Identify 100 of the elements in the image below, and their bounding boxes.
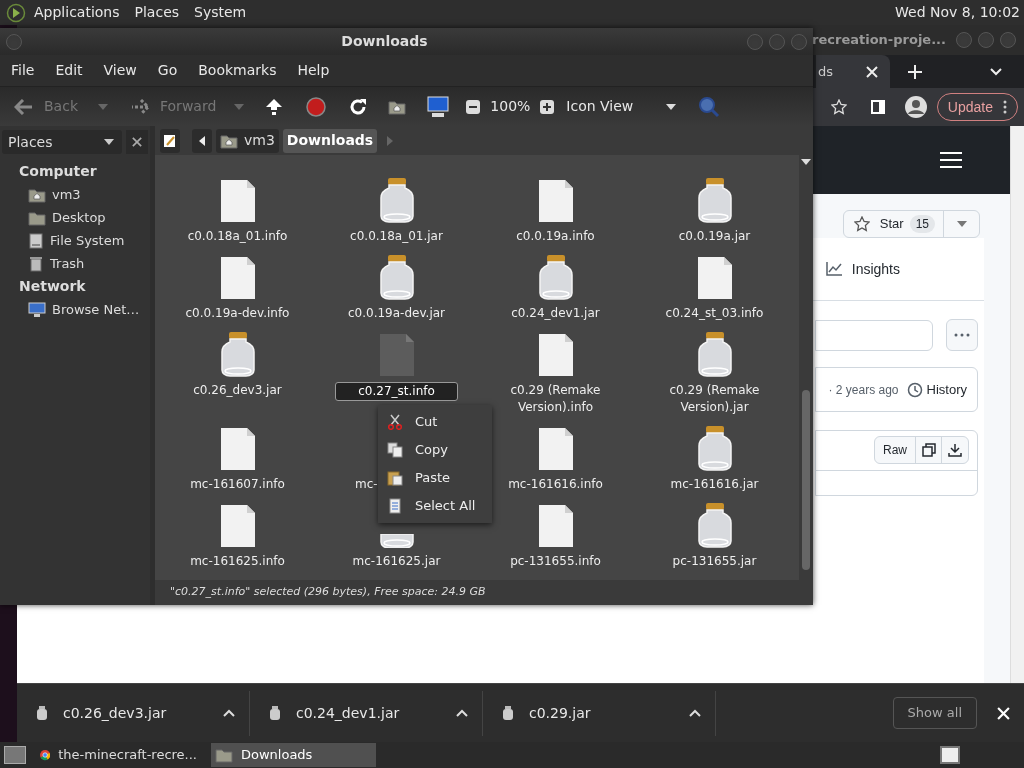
- item-label: c0.29 (Remake Version).info: [509, 382, 602, 416]
- jar-icon: [503, 706, 513, 720]
- sidebar-item[interactable]: File System: [19, 229, 150, 252]
- path-button[interactable]: vm3: [216, 128, 279, 153]
- grid-item[interactable]: c0.0.19a.info: [476, 177, 635, 254]
- computer-icon: [28, 301, 46, 318]
- input-field[interactable]: [815, 319, 933, 351]
- places-dropdown[interactable]: Places: [2, 130, 122, 154]
- grid-item[interactable]: c0.0.18a_01.info: [158, 177, 317, 254]
- path-back-icon[interactable]: [192, 128, 212, 153]
- item-label: mc-161625.jar: [352, 553, 441, 570]
- jar-icon: [696, 425, 733, 471]
- computer-icon[interactable]: [426, 95, 451, 118]
- reload-icon[interactable]: [348, 96, 369, 117]
- sidebar-item[interactable]: Desktop: [19, 206, 150, 229]
- stop-icon[interactable]: [306, 96, 327, 117]
- avatar-icon[interactable]: [904, 96, 927, 118]
- side-panel-icon[interactable]: [870, 100, 885, 114]
- menu-icon[interactable]: [940, 152, 962, 168]
- browser-tab[interactable]: ds: [816, 55, 890, 88]
- download-name: c0.24_dev1.jar: [296, 703, 400, 723]
- download-item[interactable]: c0.24_dev1.jar: [250, 690, 483, 736]
- browser-icon: [40, 747, 51, 763]
- folder-icon: [28, 209, 46, 226]
- grid-item[interactable]: c0.26_dev3.jar: [158, 331, 317, 425]
- sidebar-item[interactable]: Trash: [19, 252, 150, 275]
- sidebar-item[interactable]: Browse Net…: [19, 298, 150, 321]
- home-folder-icon: [28, 186, 46, 203]
- item-label: c0.0.19a-dev.info: [185, 305, 290, 322]
- star-count: 15: [909, 215, 935, 233]
- menu-item[interactable]: Paste: [378, 464, 492, 492]
- star-icon[interactable]: [830, 99, 847, 115]
- item-label: c0.0.18a_01.info: [187, 228, 288, 245]
- zoom-out-icon[interactable]: [466, 99, 481, 114]
- grid-item[interactable]: c0.24_dev1.jar: [476, 254, 635, 331]
- nav-tab[interactable]: Insights: [851, 258, 900, 280]
- chevron-up-icon: [456, 709, 468, 717]
- sidebar-item[interactable]: vm3: [19, 183, 150, 206]
- workspace-icon[interactable]: [940, 746, 960, 764]
- edit-icon[interactable]: [160, 128, 180, 153]
- scrollbar-thumb[interactable]: [802, 390, 810, 570]
- grid-item[interactable]: c0.0.19a-dev.jar: [317, 254, 476, 331]
- panel-menu[interactable]: System: [194, 2, 247, 23]
- grid-item[interactable]: c0.0.19a.jar: [635, 177, 794, 254]
- home-folder-icon: [388, 98, 407, 115]
- panel-menu[interactable]: Places: [134, 2, 180, 23]
- view-dropdown[interactable]: Icon View: [566, 96, 677, 117]
- zoom-in-icon[interactable]: [540, 99, 555, 114]
- document-icon: [537, 504, 574, 548]
- history-icon: [906, 381, 923, 398]
- chevron-down-icon[interactable]: [990, 67, 1002, 76]
- download-item[interactable]: c0.29.jar: [483, 690, 716, 736]
- scrollbar[interactable]: [1010, 126, 1024, 683]
- grid-item[interactable]: mc-161625.info: [158, 502, 317, 579]
- jar-icon: [378, 177, 415, 223]
- item-label: mc-161616.info: [508, 476, 603, 493]
- taskbar-item[interactable]: the-minecraft-recre...: [36, 743, 201, 767]
- grid-item[interactable]: mc-161616.jar: [635, 425, 794, 502]
- menu-item[interactable]: Copy: [378, 436, 492, 464]
- show-all-button[interactable]: Show all: [892, 697, 977, 729]
- item-label: pc-131655.jar: [672, 553, 757, 570]
- path-button[interactable]: Downloads: [282, 128, 378, 153]
- download-item[interactable]: c0.26_dev3.jar: [17, 690, 250, 736]
- star-label: Star: [879, 215, 904, 234]
- caret-icon: [234, 103, 245, 110]
- jar-icon: [696, 331, 733, 377]
- close-icon[interactable]: [132, 137, 142, 147]
- grid-item[interactable]: mc-161607.info: [158, 425, 317, 502]
- new-tab-icon[interactable]: [908, 64, 922, 79]
- menu-item[interactable]: Help: [297, 60, 330, 81]
- zoom-level: 100%: [490, 97, 531, 116]
- jar-icon: [37, 706, 47, 720]
- history-link[interactable]: History: [926, 379, 967, 400]
- commit-time: · 2 years ago: [828, 381, 899, 399]
- menu-item[interactable]: Go: [157, 60, 178, 81]
- taskbar-item[interactable]: Downloads: [211, 743, 376, 767]
- panel-menu[interactable]: Applications: [34, 2, 120, 23]
- up-arrow-icon[interactable]: [264, 96, 285, 117]
- item-label: mc-161625.info: [190, 553, 285, 570]
- item-label: c0.0.19a-dev.jar: [347, 305, 446, 322]
- star-icon: [853, 216, 870, 232]
- panel-clock[interactable]: Wed Nov 8, 10:02: [895, 2, 1020, 23]
- jar-icon: [219, 331, 256, 377]
- search-icon[interactable]: [698, 95, 721, 118]
- menu-item[interactable]: Bookmarks: [198, 60, 277, 81]
- item-label: c0.0.19a.info: [516, 228, 595, 245]
- grid-item[interactable]: c0.24_st_03.info: [635, 254, 794, 331]
- status-bar: "c0.27_st.info" selected (296 bytes), Free space: 24.9 GB: [155, 580, 813, 605]
- download-name: c0.29.jar: [529, 703, 591, 723]
- menu-item[interactable]: View: [103, 60, 137, 81]
- menu-item[interactable]: Edit: [55, 60, 83, 81]
- star-button[interactable]: Star 15: [842, 210, 980, 238]
- grid-item[interactable]: pc-131655.jar: [635, 502, 794, 579]
- left-arrow-icon: [14, 98, 34, 115]
- grid-item[interactable]: c0.0.18a_01.jar: [317, 177, 476, 254]
- grid-item[interactable]: c0.0.19a-dev.info: [158, 254, 317, 331]
- menu-item[interactable]: File: [11, 60, 35, 81]
- grid-item[interactable]: c0.29 (Remake Version).jar: [635, 331, 794, 425]
- logo-icon[interactable]: [6, 2, 26, 23]
- document-icon: [219, 504, 256, 548]
